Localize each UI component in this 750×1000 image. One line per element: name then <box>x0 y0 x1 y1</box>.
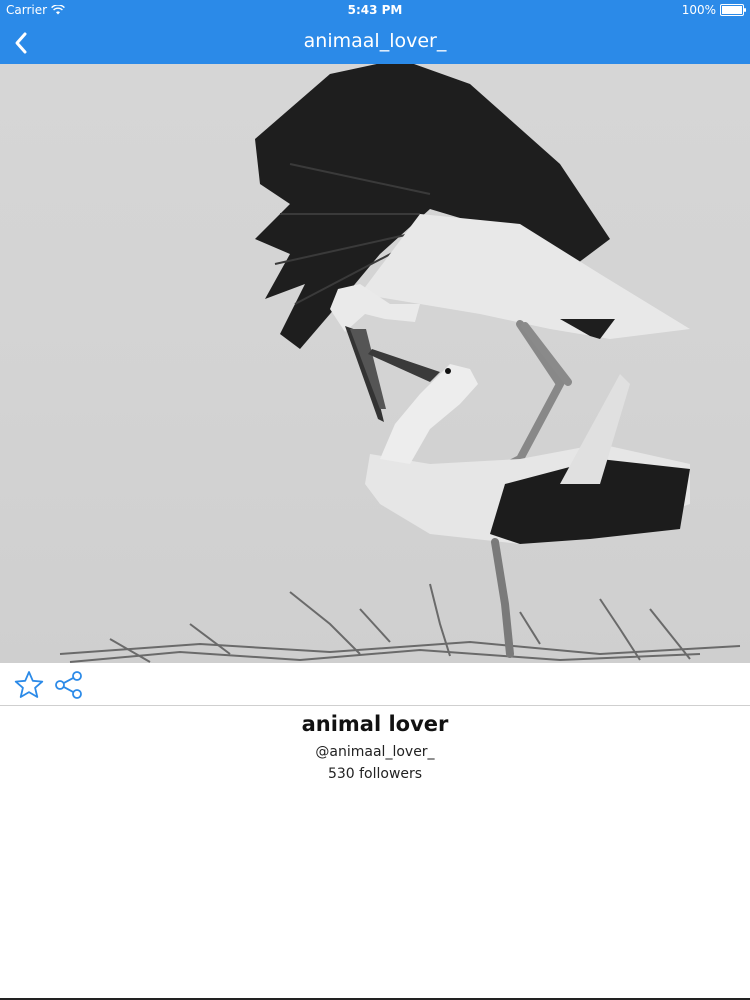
stork-photo-illustration <box>59 64 741 663</box>
favorite-button[interactable] <box>13 669 45 701</box>
star-outline-icon <box>14 671 44 698</box>
profile-info: animal lover @animaal_lover_ 530 followe… <box>0 710 750 782</box>
share-icon <box>55 671 82 699</box>
battery-info: 100% <box>681 3 746 17</box>
page-title: animaal_lover_ <box>303 30 447 52</box>
post-photo[interactable] <box>0 64 750 663</box>
navigation-bar: animaal_lover_ <box>0 22 750 64</box>
share-button[interactable] <box>53 669 85 701</box>
status-bar: Carrier 5:43 PM 100% <box>0 0 750 22</box>
action-bar <box>0 663 750 706</box>
battery-percent: 100% <box>681 3 716 17</box>
display-name: animal lover <box>301 712 449 736</box>
status-time: 5:43 PM <box>347 3 403 17</box>
user-handle[interactable]: @animaal_lover_ <box>0 744 750 760</box>
battery-icon <box>720 4 746 16</box>
followers-count[interactable]: 530 followers <box>0 766 750 782</box>
